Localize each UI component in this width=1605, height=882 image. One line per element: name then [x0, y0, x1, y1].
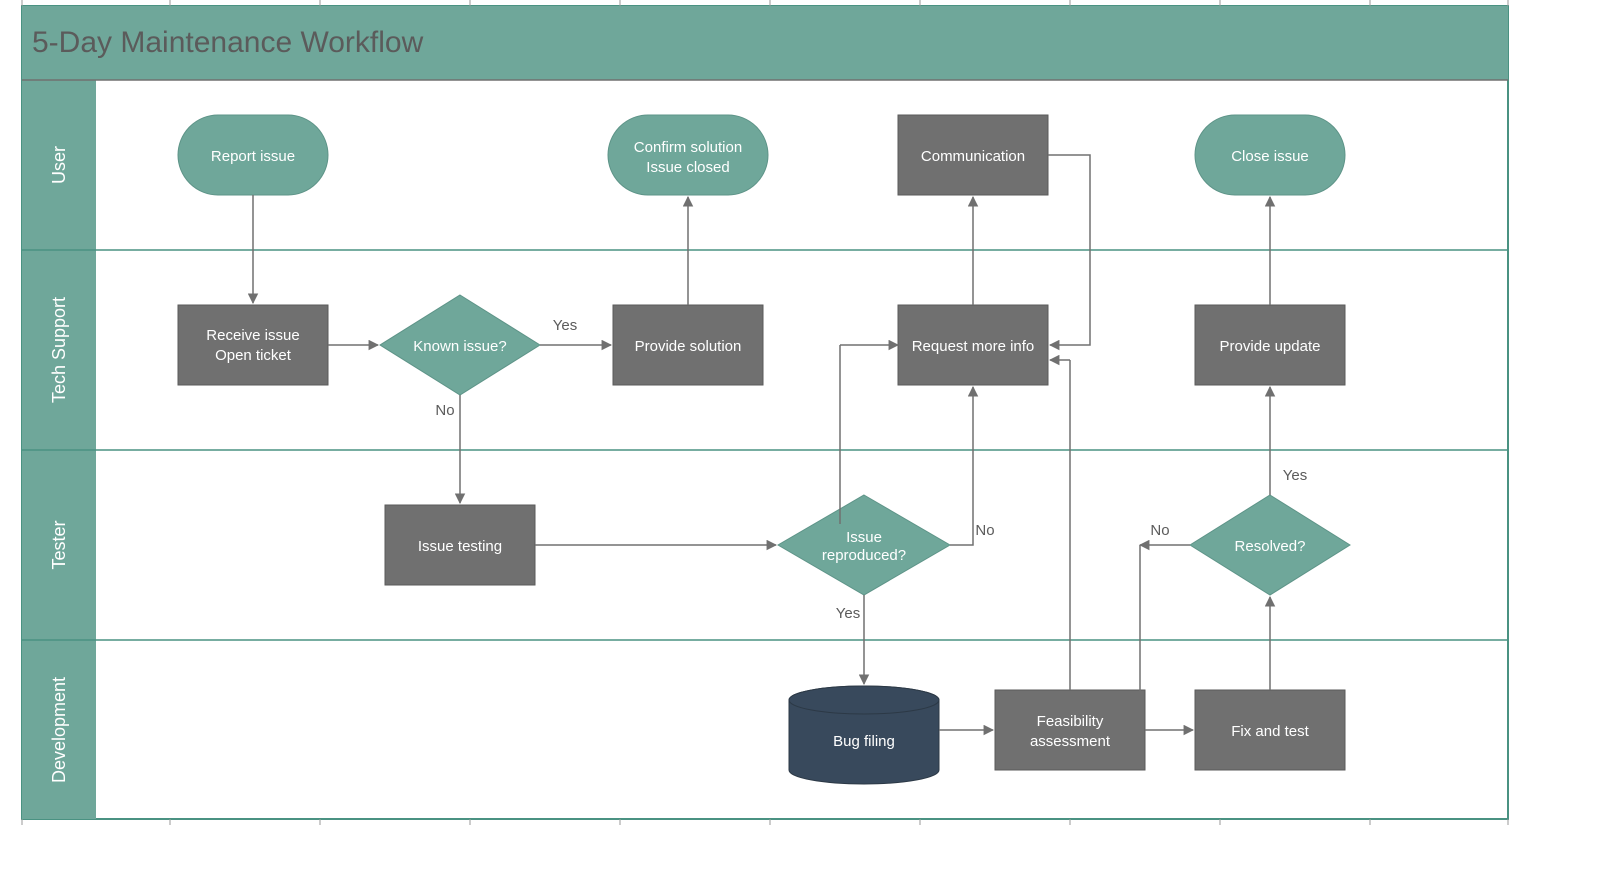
node-provide-solution-label: Provide solution — [635, 338, 742, 355]
node-report-issue-label: Report issue — [211, 148, 295, 165]
label-resolved-no: No — [1150, 522, 1169, 539]
node-issue-testing-label: Issue testing — [418, 538, 502, 555]
svg-text:Resolved?: Resolved? — [1235, 538, 1306, 555]
node-issue-reproduced: Issue reproduced? — [778, 495, 950, 595]
node-confirm-solution-label2: Issue closed — [646, 159, 729, 176]
node-resolved: Resolved? — [1190, 495, 1350, 595]
node-feasibility-label1: Feasibility — [1037, 713, 1104, 730]
lane-label-dev: Development — [49, 677, 69, 783]
lane-label-support: Tech Support — [49, 297, 69, 403]
node-confirm-solution-label1: Confirm solution — [634, 139, 742, 156]
node-receive-issue — [178, 305, 328, 385]
node-fix-and-test-label: Fix and test — [1231, 723, 1309, 740]
node-bug-filing: Bug filing — [789, 686, 939, 784]
diagram-title: 5-Day Maintenance Workflow — [32, 26, 424, 59]
lane-label-user: User — [49, 146, 69, 184]
svg-text:Bug filing: Bug filing — [833, 733, 895, 750]
label-known-no: No — [435, 402, 454, 419]
edge-repro-no — [950, 387, 973, 545]
label-known-yes: Yes — [553, 317, 577, 334]
lane-label-tester: Tester — [49, 520, 69, 569]
node-receive-issue-label2: Open ticket — [215, 347, 292, 364]
svg-text:Issue: Issue — [846, 529, 882, 546]
label-repro-no: No — [975, 522, 994, 539]
svg-text:reproduced?: reproduced? — [822, 547, 906, 564]
node-request-more-info-label: Request more info — [912, 338, 1035, 355]
label-resolved-yes: Yes — [1283, 467, 1307, 484]
node-feasibility-label2: assessment — [1030, 733, 1111, 750]
node-receive-issue-label1: Receive issue — [206, 327, 299, 344]
svg-text:Known issue?: Known issue? — [413, 338, 506, 355]
node-close-issue-label: Close issue — [1231, 148, 1309, 165]
node-feasibility — [995, 690, 1145, 770]
node-known-issue: Known issue? — [380, 295, 540, 395]
node-provide-update-label: Provide update — [1220, 338, 1321, 355]
label-repro-yes: Yes — [836, 605, 860, 622]
node-communication-label: Communication — [921, 148, 1025, 165]
